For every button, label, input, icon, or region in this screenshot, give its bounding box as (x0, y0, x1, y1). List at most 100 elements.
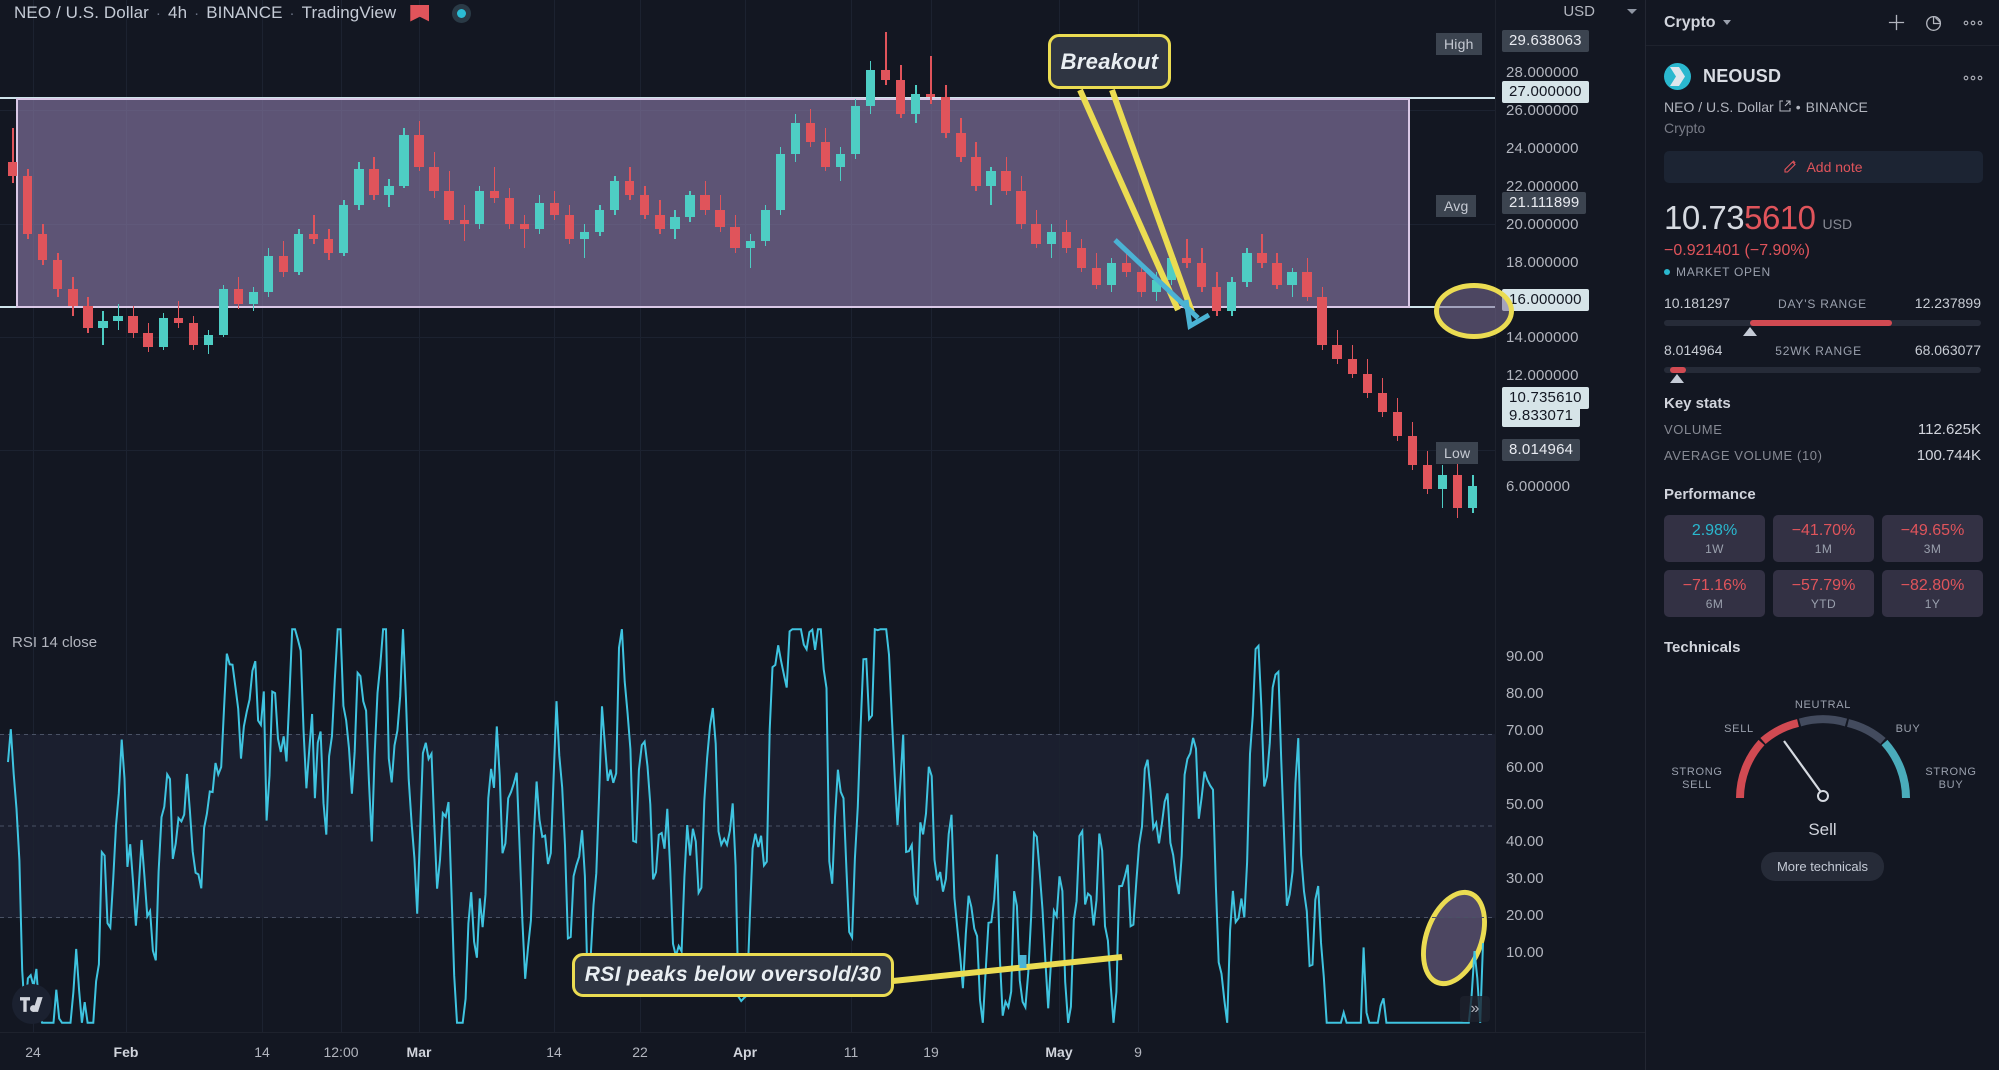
external-link-icon[interactable] (1779, 99, 1791, 115)
watchlist-title[interactable]: Crypto (1664, 14, 1716, 32)
candle-body (1332, 344, 1342, 360)
candle-body (1061, 231, 1071, 249)
performance-period: 1W (1705, 542, 1724, 556)
candle-body (1362, 373, 1372, 393)
candle-body (745, 241, 755, 249)
recording-dot-icon[interactable] (452, 3, 472, 23)
candle-body (579, 231, 590, 239)
candle-body (324, 238, 334, 254)
rsi-callout[interactable]: RSI peaks below oversold/30 (572, 953, 894, 997)
candle-body (1422, 465, 1433, 490)
candle-body (926, 94, 936, 97)
chart-symbol-label[interactable]: NEO / U.S. Dollar (14, 3, 149, 23)
candle-body (534, 202, 545, 230)
chart-header: NEO / U.S. Dollar · 4h · BINANCE · Tradi… (0, 0, 1645, 26)
key-stats-list: VOLUME 112.625K AVERAGE VOLUME (10) 100.744… (1646, 412, 1999, 464)
more-horizontal-icon[interactable] (1963, 20, 1983, 26)
candle-body (549, 202, 560, 215)
candle-body (594, 209, 605, 232)
technicals-gauge[interactable]: STRONG SELL SELL NEUTRAL BUY STRONG BUY (1646, 666, 1999, 826)
symbol-ticker: NEOUSD (1703, 66, 1782, 86)
candle-body (1377, 392, 1387, 413)
grid-line (1138, 620, 1139, 1032)
performance-cell[interactable]: −41.70% 1M (1773, 515, 1874, 562)
gauge-strong-buy-arc (1881, 739, 1910, 799)
key-stat-row: VOLUME 112.625K (1646, 412, 1999, 438)
rsi-axis[interactable]: 90.00 80.00 70.00 60.00 50.00 40.00 30.00 20.00… (1495, 620, 1645, 1032)
candle-body (805, 123, 816, 143)
time-axis-tick: 22 (632, 1044, 648, 1060)
gauge-label-buy: BUY (1895, 723, 1921, 735)
rsi-axis-tick: 70.00 (1506, 722, 1544, 739)
performance-period: YTD (1810, 597, 1837, 611)
candle-body (911, 94, 921, 114)
key-stat-value: 112.625K (1917, 421, 1981, 438)
candle-body (459, 219, 469, 225)
candle-body (941, 96, 951, 133)
price-axis-tag[interactable]: 9.833071 (1502, 405, 1581, 427)
header-separator: · (194, 4, 200, 22)
symbol-description: NEO / U.S. Dollar (1664, 99, 1774, 115)
candle-body (309, 233, 319, 239)
candle-body (53, 260, 63, 290)
candle-body (1016, 190, 1026, 225)
breakout-highlight-ellipse[interactable] (1434, 283, 1514, 339)
flag-icon[interactable] (410, 4, 430, 22)
performance-cell[interactable]: 2.98% 1W (1664, 515, 1765, 562)
performance-value: −71.16% (1682, 577, 1747, 594)
performance-cell[interactable]: −71.16% 6M (1664, 570, 1765, 617)
performance-cell[interactable]: −49.65% 3M (1882, 515, 1983, 562)
candle-wick (523, 214, 526, 249)
candle-body (293, 233, 304, 273)
price-axis-tick: 12.000000 (1506, 367, 1579, 384)
candle-body (519, 224, 530, 230)
time-axis-tick: 14 (254, 1044, 270, 1060)
time-axis-tick: 24 (25, 1044, 41, 1060)
performance-cell[interactable]: −82.80% 1Y (1882, 570, 1983, 617)
rsi-title-label: RSI 14 close (12, 634, 98, 651)
gauge-label-strong-sell: STRONG SELL (1671, 766, 1723, 791)
symbol-row[interactable]: NEOUSD (1646, 46, 1999, 90)
candle-body (414, 135, 424, 167)
candle-body (700, 195, 710, 210)
plus-icon[interactable] (1887, 13, 1906, 32)
chart-exchange-label[interactable]: BINANCE (206, 3, 282, 23)
pie-chart-icon[interactable] (1925, 13, 1944, 32)
candle-body (1452, 474, 1463, 509)
rsi-axis-tick: 80.00 (1506, 685, 1544, 702)
price-axis-tag[interactable]: 21.111899 (1502, 192, 1587, 214)
performance-cell[interactable]: −57.79% YTD (1773, 570, 1874, 617)
price-axis-tag[interactable]: 16.000000 (1502, 289, 1589, 311)
chart-interval-label[interactable]: 4h (168, 3, 187, 23)
breakout-callout[interactable]: Breakout (1048, 34, 1171, 89)
time-axis[interactable]: 24 Feb 14 12:00 Mar 14 22 Apr 11 19 May 9 (0, 1032, 1645, 1070)
more-technicals-button[interactable]: More technicals (1760, 852, 1885, 881)
candle-body (1302, 272, 1312, 297)
tradingview-logo-icon[interactable] (12, 984, 52, 1024)
candle-body (1151, 279, 1162, 292)
time-axis-tick: 14 (546, 1044, 562, 1060)
price-axis-tag[interactable]: 8.014964 (1502, 439, 1581, 461)
price-axis-tag[interactable]: 27.000000 (1502, 81, 1589, 103)
time-axis-tick: 9 (1134, 1044, 1142, 1060)
performance-period: 6M (1705, 597, 1724, 611)
price-axis-tag[interactable]: 29.638063 (1502, 30, 1589, 52)
performance-period: 3M (1923, 542, 1942, 556)
candle-body (278, 255, 289, 273)
candle-body (98, 320, 108, 328)
time-axis-tick: Mar (406, 1044, 432, 1060)
candle-body (83, 306, 93, 328)
time-axis-tick: Apr (732, 1044, 758, 1060)
symbol-more-icon[interactable] (1963, 68, 1983, 85)
range-marker-icon (1669, 374, 1684, 383)
performance-period: 1Y (1924, 597, 1941, 611)
rsi-overbought-oversold-band (0, 734, 1495, 918)
chart-brand-label: TradingView (301, 3, 397, 22)
candle-body (1031, 224, 1041, 244)
candle-body (835, 154, 846, 167)
chevron-down-icon[interactable] (1722, 20, 1731, 25)
price-chart-pane[interactable] (0, 0, 1495, 1032)
add-note-button[interactable]: Add note (1664, 151, 1983, 183)
rsi-axis-tick: 90.00 (1506, 648, 1544, 665)
scroll-to-realtime-button[interactable]: » (1460, 996, 1490, 1022)
